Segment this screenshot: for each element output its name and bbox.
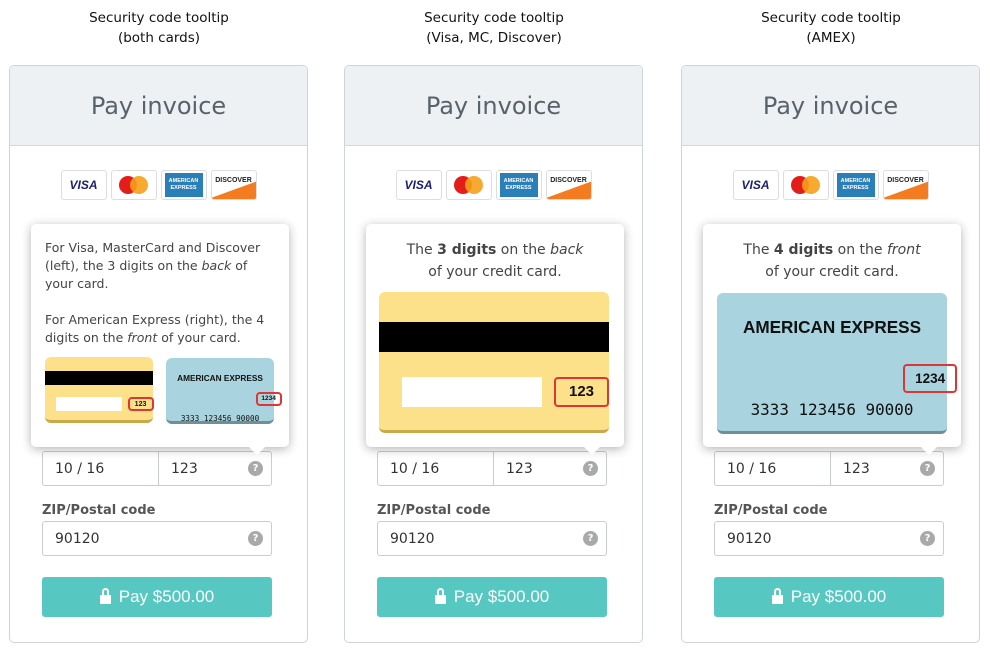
amex-card-number: 3333 123456 90000 (180, 413, 260, 423)
mastercard-logo (782, 170, 829, 200)
card-logos: VISA AMERICAN EXPRESS DISCOVER (682, 170, 979, 200)
pay-label: Pay $500.00 (453, 587, 550, 606)
help-icon[interactable]: ? (583, 531, 598, 546)
cid-highlight: 1234 (903, 364, 958, 394)
help-icon[interactable]: ? (248, 461, 263, 476)
card-amex-illustration: AMERICAN EXPRESS 1234 3333 123456 90000 (166, 358, 282, 424)
column-title: Security code tooltip (both cards) (9, 8, 309, 48)
payment-panel: Pay invoice VISA AMERICAN EXPRESS DISCOV… (681, 65, 980, 643)
pay-label: Pay $500.00 (118, 587, 215, 606)
column-subtitle-line: (Visa, MC, Discover) (426, 30, 562, 46)
card-logos: VISA AMERICAN EXPRESS DISCOVER (10, 170, 307, 200)
lock-icon (434, 588, 446, 604)
lock-icon (771, 588, 783, 604)
card-back-illustration: 123 (45, 357, 154, 423)
cvv-highlight: 123 (127, 397, 154, 412)
amex-card-name: AMERICAN EXPRESS (177, 373, 263, 383)
card-amex-illustration: AMERICAN EXPRESS 1234 3333 123456 90000 (717, 293, 958, 434)
help-icon[interactable]: ? (248, 531, 263, 546)
expiry-input[interactable]: 10 / 16 (715, 452, 831, 485)
payment-panel: Pay invoice VISA AMERICAN EXPRESS DISCOV… (9, 65, 308, 643)
amex-logo: AMERICAN EXPRESS (495, 170, 542, 200)
expiry-input[interactable]: 10 / 16 (378, 452, 494, 485)
cvv-highlight: 123 (554, 377, 609, 407)
tooltip-text: For Visa, MasterCard and Discover (left)… (45, 240, 265, 345)
discover-logo: DISCOVER (882, 170, 929, 200)
visa-logo: VISA (732, 170, 779, 200)
signature-strip (401, 377, 542, 407)
cvc-input[interactable]: 123 (494, 452, 533, 485)
pay-button[interactable]: Pay $500.00 (714, 577, 944, 617)
column-title: Security code tooltip (AMEX) (681, 8, 981, 48)
panel-title: Pay invoice (10, 66, 307, 146)
pay-button[interactable]: Pay $500.00 (377, 577, 607, 617)
zip-input[interactable]: 90120? (714, 521, 944, 556)
pay-button[interactable]: Pay $500.00 (42, 577, 272, 617)
mastercard-logo (445, 170, 492, 200)
security-code-tooltip: For Visa, MasterCard and Discover (left)… (31, 224, 289, 455)
expiry-cvc-row: 10 / 16 123 ? (714, 451, 944, 486)
column-title-line: Security code tooltip (761, 10, 901, 26)
tooltip-text: The 3 digits on the back of your credit c… (406, 242, 584, 280)
expiry-cvc-row: 10 / 16 123 ? (42, 451, 272, 486)
amex-card-name: AMERICAN EXPRESS (742, 316, 922, 337)
signature-strip (55, 397, 122, 412)
cid-highlight: 1234 (255, 392, 282, 407)
column-title-line: Security code tooltip (424, 10, 564, 26)
discover-logo: DISCOVER (545, 170, 592, 200)
visa-logo: VISA (395, 170, 442, 200)
security-code-tooltip: The 3 digits on the back of your credit c… (366, 224, 624, 455)
discover-logo: DISCOVER (210, 170, 257, 200)
panel-title: Pay invoice (345, 66, 642, 146)
amex-logo: AMERICAN EXPRESS (160, 170, 207, 200)
zip-input[interactable]: 90120? (42, 521, 272, 556)
mastercard-logo (110, 170, 157, 200)
zip-value: 90120 (390, 530, 435, 547)
zip-value: 90120 (727, 530, 772, 547)
zip-value: 90120 (55, 530, 100, 547)
card-back-illustration: 123 (379, 292, 609, 433)
column-subtitle-line: (both cards) (117, 30, 201, 46)
panel-title: Pay invoice (682, 66, 979, 146)
help-icon[interactable]: ? (920, 531, 935, 546)
column-subtitle-line: (AMEX) (806, 30, 856, 46)
zip-label: ZIP/Postal code (377, 503, 491, 518)
zip-label: ZIP/Postal code (714, 503, 828, 518)
column-title: Security code tooltip (Visa, MC, Discover… (344, 8, 644, 48)
security-code-tooltip: The 4 digits on the front of your credit … (703, 224, 961, 455)
cvc-input[interactable]: 123 (159, 452, 198, 485)
card-logos: VISA AMERICAN EXPRESS DISCOVER (345, 170, 642, 200)
magnetic-stripe (379, 322, 609, 352)
payment-panel: Pay invoice VISA AMERICAN EXPRESS DISCOV… (344, 65, 643, 643)
tooltip-text: The 4 digits on the front of your credit … (743, 242, 921, 280)
expiry-input[interactable]: 10 / 16 (43, 452, 159, 485)
help-icon[interactable]: ? (920, 461, 935, 476)
zip-input[interactable]: 90120? (377, 521, 607, 556)
magnetic-stripe (45, 371, 153, 386)
help-icon[interactable]: ? (583, 461, 598, 476)
amex-card-number: 3333 123456 90000 (750, 399, 914, 419)
amex-logo: AMERICAN EXPRESS (832, 170, 879, 200)
pay-label: Pay $500.00 (790, 587, 887, 606)
expiry-cvc-row: 10 / 16 123 ? (377, 451, 607, 486)
lock-icon (99, 588, 111, 604)
visa-logo: VISA (60, 170, 107, 200)
cvc-input[interactable]: 123 (831, 452, 870, 485)
zip-label: ZIP/Postal code (42, 503, 156, 518)
column-title-line: Security code tooltip (89, 10, 229, 26)
